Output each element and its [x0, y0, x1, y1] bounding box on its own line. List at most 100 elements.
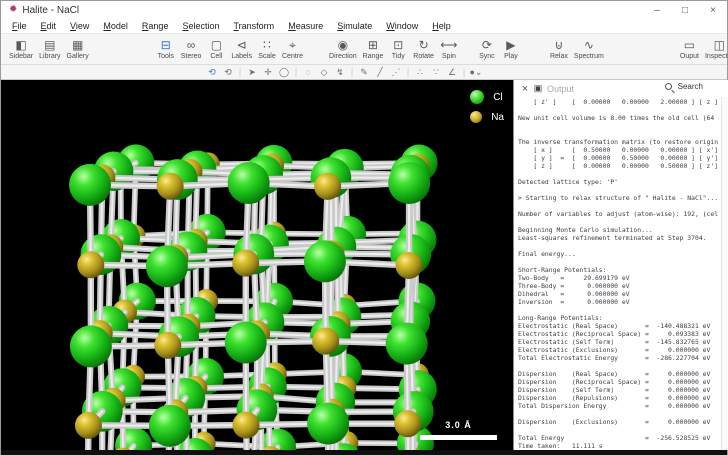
- output-panel: × ▣ Output Search [ z' ] [ 0.00000 0.000…: [513, 80, 728, 450]
- atom-cl[interactable]: [149, 405, 191, 447]
- atom-na[interactable]: [395, 252, 422, 279]
- minimize-button[interactable]: –: [643, 1, 671, 19]
- sync-button[interactable]: ⟳Sync: [476, 38, 498, 61]
- lightning-select-icon[interactable]: ↯: [332, 65, 348, 79]
- gallery-button[interactable]: ▦Gallery: [65, 38, 91, 61]
- polygon-select-icon[interactable]: ◇: [316, 65, 332, 79]
- atom-cl[interactable]: [304, 240, 346, 282]
- ouput-button[interactable]: ▭Ouput: [678, 38, 701, 61]
- library-button[interactable]: ▤Library: [37, 38, 62, 61]
- range-button[interactable]: ⊞Range: [361, 38, 386, 61]
- output-scrollbar[interactable]: [721, 97, 728, 450]
- menu-edit[interactable]: Edit: [34, 19, 64, 33]
- move-icon[interactable]: ✛: [260, 65, 276, 79]
- title-bar: ✹ Halite - NaCl –□×: [1, 1, 727, 19]
- legend-sphere-na: [470, 111, 482, 123]
- rotate-alt-icon[interactable]: ⟲: [220, 65, 236, 79]
- panel-dock-icon[interactable]: ▣: [531, 83, 545, 94]
- atom-style-menu-icon[interactable]: ●⌄: [468, 65, 484, 79]
- zoom-icon[interactable]: ◯: [276, 65, 292, 79]
- output-panel-header: × ▣ Output Search: [514, 80, 728, 97]
- menu-view[interactable]: View: [63, 19, 96, 33]
- rotate-mode-icon[interactable]: ⟲: [204, 65, 220, 79]
- tools-button[interactable]: ⊟Tools: [155, 38, 177, 61]
- atom-cl[interactable]: [70, 325, 112, 367]
- atom-cl[interactable]: [388, 162, 430, 204]
- menu-selection[interactable]: Selection: [175, 19, 226, 33]
- bond-line-icon[interactable]: ╱: [372, 65, 388, 79]
- rotate-label: Rotate: [413, 52, 434, 61]
- atom-na[interactable]: [314, 173, 341, 200]
- toolbar-group-2: ◉Direction⊞Range⊡Tidy↻Rotate⟷Spin: [326, 38, 461, 61]
- search-control[interactable]: Search: [665, 82, 703, 91]
- play-label: Play: [504, 52, 518, 61]
- direction-button[interactable]: ◉Direction: [327, 38, 359, 61]
- output-console[interactable]: [ z' ] [ 0.00000 0.00000 2.00000 ] [ z ]…: [514, 97, 718, 449]
- atom-cl[interactable]: [228, 162, 270, 204]
- measure-angle-icon[interactable]: ∠: [444, 65, 460, 79]
- atom-na[interactable]: [77, 251, 104, 278]
- menu-model[interactable]: Model: [96, 19, 135, 33]
- toolbar-group-5: ▭Ouput◫Inspector: [677, 38, 728, 61]
- spectrum-button[interactable]: ∿Spectrum: [572, 38, 606, 61]
- close-icon[interactable]: ×: [519, 83, 531, 95]
- app-icon: ✹: [9, 1, 17, 19]
- close-button[interactable]: ×: [699, 1, 727, 19]
- atom-na[interactable]: [75, 412, 102, 439]
- bond-multi-icon[interactable]: ⋰: [388, 65, 404, 79]
- rotate-icon: ↻: [419, 38, 429, 52]
- menu-simulate[interactable]: Simulate: [330, 19, 379, 33]
- stereo-button[interactable]: ∞Stereo: [179, 38, 204, 61]
- measure-cluster-icon[interactable]: ∵: [428, 65, 444, 79]
- centre-button[interactable]: ⌖Centre: [280, 38, 305, 61]
- legend-sphere-cl: [470, 90, 484, 104]
- atom-cl[interactable]: [146, 245, 188, 287]
- labels-label: Labels: [231, 52, 252, 61]
- measure-distance-icon[interactable]: ∴: [412, 65, 428, 79]
- inspector-button[interactable]: ◫Inspector: [703, 38, 728, 61]
- main-toolbar: ◧Sidebar▤Library▦Gallery ⊟Tools∞Stereo▢Ce…: [1, 33, 727, 65]
- menu-window[interactable]: Window: [379, 19, 425, 33]
- tidy-icon: ⊡: [393, 38, 403, 52]
- labels-button[interactable]: ⊲Labels: [229, 38, 254, 61]
- menu-measure[interactable]: Measure: [281, 19, 330, 33]
- crystal-viewport[interactable]: ClNa 3.0 Å: [1, 80, 513, 450]
- atom-cl[interactable]: [69, 164, 111, 206]
- menu-range[interactable]: Range: [135, 19, 176, 33]
- cell-button[interactable]: ▢Cell: [205, 38, 227, 61]
- relax-icon: ⊍: [555, 38, 564, 52]
- stereo-icon: ∞: [187, 38, 196, 52]
- maximize-button[interactable]: □: [671, 1, 699, 19]
- atom-cl[interactable]: [307, 403, 349, 445]
- search-label: Search: [678, 82, 703, 91]
- atom-na[interactable]: [394, 410, 421, 437]
- sidebar-button[interactable]: ◧Sidebar: [7, 38, 35, 61]
- rotate-button[interactable]: ↻Rotate: [411, 38, 436, 61]
- menu-file[interactable]: File: [5, 19, 34, 33]
- atom-na[interactable]: [233, 412, 260, 439]
- crystal-structure[interactable]: [1, 80, 513, 450]
- menu-transform[interactable]: Transform: [227, 19, 282, 33]
- lasso-icon[interactable]: ◌: [300, 65, 316, 79]
- atom-cl[interactable]: [225, 322, 267, 364]
- atom-na[interactable]: [312, 328, 339, 355]
- ouput-label: Ouput: [680, 52, 699, 61]
- atom-na[interactable]: [157, 173, 184, 200]
- atom-na[interactable]: [232, 250, 259, 277]
- play-button[interactable]: ▶Play: [500, 38, 522, 61]
- relax-button[interactable]: ⊍Relax: [548, 38, 570, 61]
- inspector-icon: ◫: [714, 38, 725, 52]
- spin-button[interactable]: ⟷Spin: [438, 38, 460, 61]
- scale-button[interactable]: ∷Scale: [256, 38, 278, 61]
- toolbar-group-1: ⊟Tools∞Stereo▢Cell⊲Labels∷Scale⌖Centre: [154, 38, 306, 61]
- atom-na[interactable]: [154, 332, 181, 359]
- tools-icon: ⊟: [161, 38, 171, 52]
- search-icon: [665, 83, 672, 90]
- menu-help[interactable]: Help: [425, 19, 458, 33]
- atom-cl[interactable]: [386, 323, 428, 365]
- tidy-button[interactable]: ⊡Tidy: [387, 38, 409, 61]
- ouput-icon: ▭: [684, 38, 695, 52]
- legend-label-cl: Cl: [493, 92, 502, 103]
- select-cursor-icon[interactable]: ➤: [244, 65, 260, 79]
- bond-edit-icon[interactable]: ✎: [356, 65, 372, 79]
